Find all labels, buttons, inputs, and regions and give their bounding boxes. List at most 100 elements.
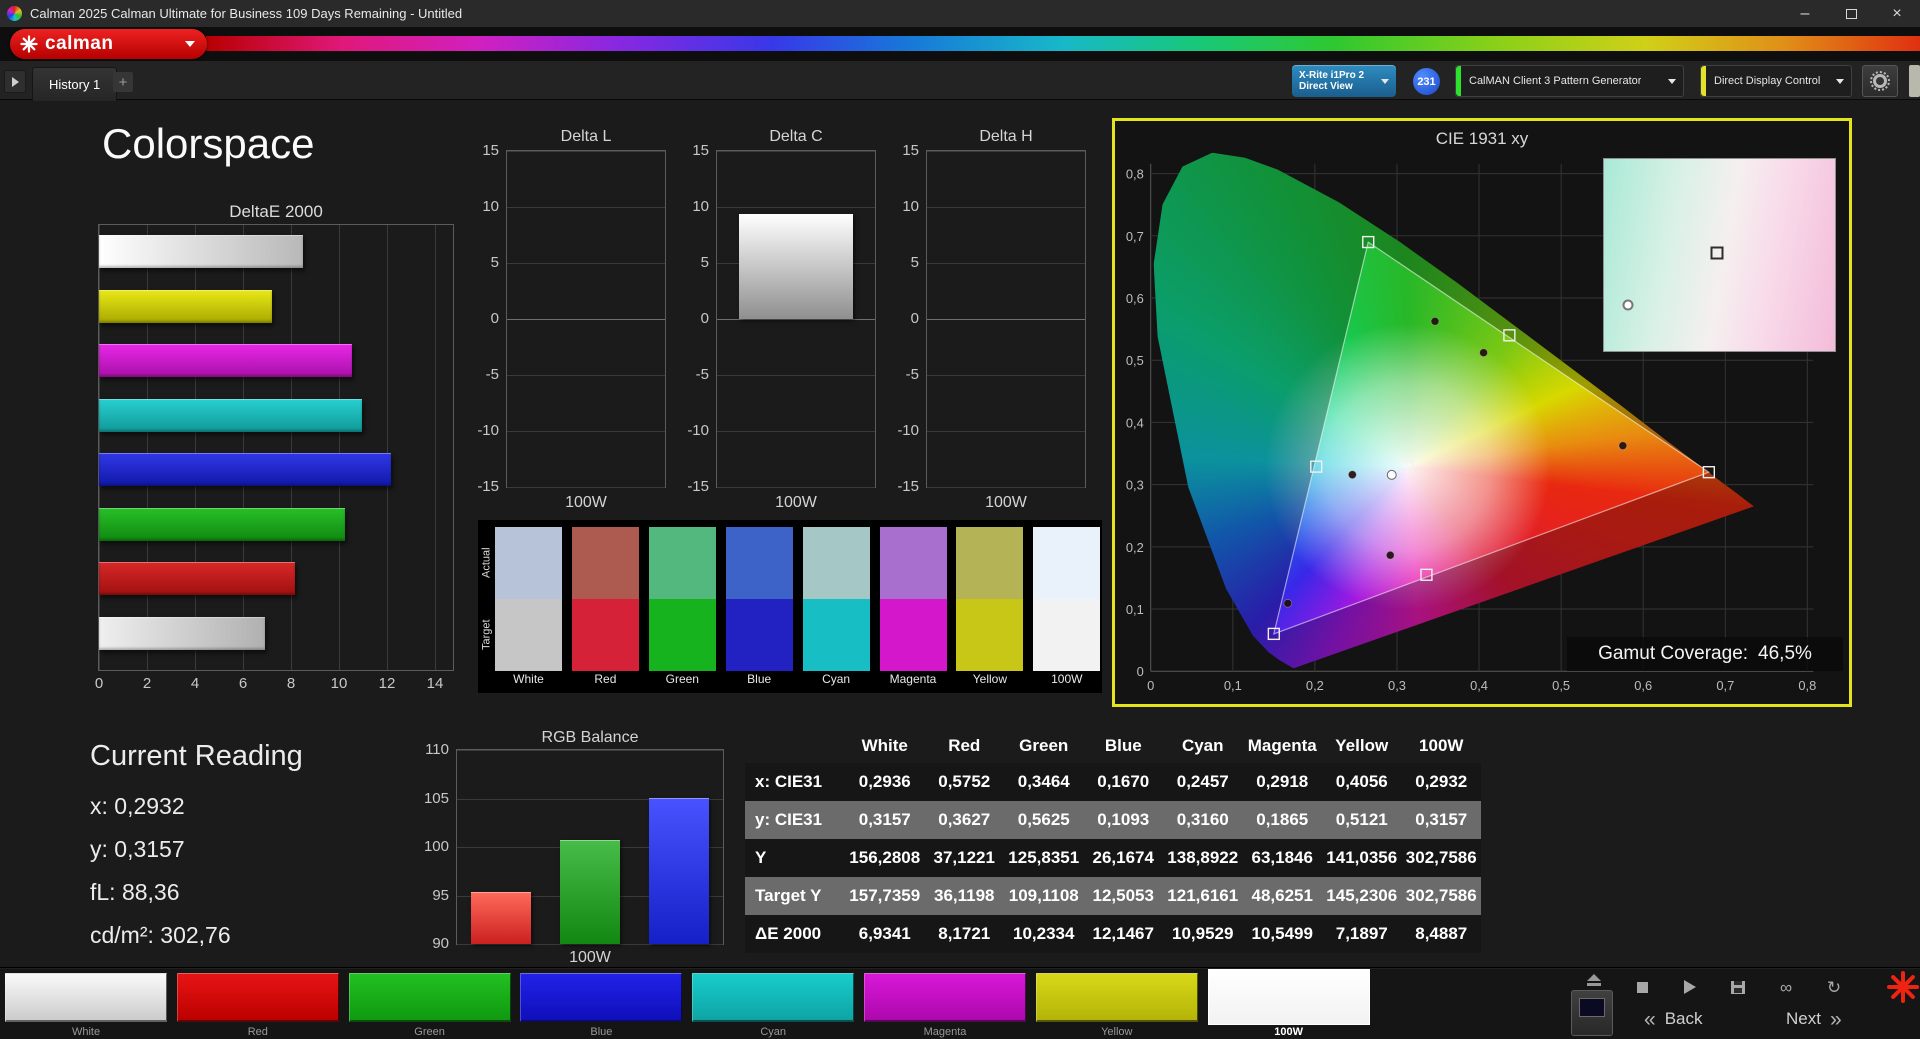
display-control-dropdown[interactable]: Direct Display Control [1700,65,1852,97]
table-cell: 0,1670 [1083,763,1163,801]
swatch-label: White [513,672,544,686]
stop-button[interactable] [1627,974,1657,1000]
patch-button-red[interactable] [176,973,339,1022]
axis-tick-label: 15 [692,142,709,159]
bar-red [471,891,532,944]
settings-button[interactable] [1862,65,1898,97]
table-cell: 36,1198 [924,877,1004,915]
bar-red [99,562,296,595]
save-button[interactable] [1723,974,1753,1000]
patch-button-100w[interactable] [1207,969,1370,1025]
transport-controls: ∞ ↻ [1627,974,1849,1000]
deltae-chart: 0 2 4 6 8 10 12 14 [95,224,454,692]
next-button[interactable]: Next » [1786,1004,1842,1034]
gridline [927,207,1085,208]
table-cell: 0,4056 [1322,763,1402,801]
table-cell: 109,1108 [1004,877,1084,915]
measured-point-marker [1479,348,1488,358]
pattern-window-button[interactable] [1571,990,1613,1036]
patch-button-blue[interactable] [520,973,683,1022]
axis-tick-label: -10 [687,422,709,439]
measured-point-marker [1283,598,1293,608]
gridline [387,225,388,670]
chevron-down-icon [185,41,195,47]
column-header: Red [948,736,981,755]
reading-cdm2: cd/m²: 302,76 [90,922,231,948]
table-cell: 12,1467 [1083,915,1163,953]
row-label: Target Y [745,877,845,915]
gamut-coverage-label: Gamut Coverage: [1598,643,1749,664]
target-swatch-cyan [802,599,870,671]
corner-header [745,729,845,763]
row-label: y: CIE31 [745,801,845,839]
pattern-generator-dropdown[interactable]: CalMAN Client 3 Pattern Generator [1455,65,1684,97]
tab-history-1[interactable]: History 1 [32,67,118,101]
meter-count-badge[interactable]: 231 [1413,68,1440,95]
patch-label: Cyan [760,1026,787,1038]
eject-icon[interactable] [1586,974,1602,986]
meter-dropdown[interactable]: X-Rite i1Pro 2 Direct View [1292,65,1396,97]
restore-button[interactable] [1828,0,1874,27]
patch-button-magenta[interactable] [864,973,1026,1022]
table-cell: 10,9529 [1163,915,1243,953]
patch-button-green[interactable] [348,973,511,1022]
target-swatch-yellow [956,599,1024,671]
measured-point-marker [1385,550,1395,560]
table-cell: 26,1674 [1083,839,1163,877]
bar-yellow [99,289,272,323]
restore-icon [1845,8,1857,19]
calman-logo-button[interactable]: calman [10,29,207,59]
table-cell: 157,7359 [845,877,925,915]
refresh-button[interactable]: ↻ [1819,974,1849,1000]
toolbar: History 1 + X-Rite i1Pro 2 Direct View 2… [0,61,1920,101]
table-cell: 0,3627 [924,801,1004,839]
edge-button[interactable] [1909,65,1920,97]
bottom-bar: ∞ ↻ « Back Next » White Red Green Blue Cyan M… [0,967,1920,1039]
axis-tick-label: -10 [897,422,919,439]
gridline [927,431,1085,432]
inset-target-white-marker [1710,246,1724,260]
patch-button-cyan[interactable] [692,973,855,1022]
table-cell: 121,6161 [1163,877,1243,915]
window-controls: – × [1782,0,1920,27]
gridline [717,151,875,152]
column-header: 100W [1419,736,1464,755]
monitor-icon [1579,998,1605,1017]
axis-tick-label: 0 [1137,664,1144,679]
patch-button-white[interactable] [5,973,167,1022]
axis-tick-label: 0 [700,310,709,327]
link-icon: ∞ [1779,977,1793,997]
gridline [339,225,340,670]
app-icon [7,6,22,21]
delta-c-chart: 15 10 5 0 -5 -10 -15 [687,142,876,495]
table-cell: 141,0356 [1322,839,1402,877]
table-cell: 156,2808 [845,839,925,877]
row-label: ΔE 2000 [745,915,845,953]
add-tab-button[interactable]: + [113,72,133,92]
measured-white-marker [1386,469,1397,480]
bar-magenta [99,344,353,377]
row-label: Y [745,839,845,877]
close-button[interactable]: × [1874,0,1920,27]
axis-tick-label: 10 [902,198,919,215]
table-row: Y 156,2808 37,1221 125,8351 26,1674 138,8922 6… [745,839,1481,877]
patch-label: Magenta [923,1026,967,1038]
gridline [717,319,875,320]
tab-scroll-button[interactable] [4,70,26,93]
minimize-button[interactable]: – [1782,0,1828,27]
chart-title-delta-h: Delta H [979,128,1033,145]
table-cell: 6,9341 [845,915,925,953]
axis-tick-label: 100 [423,838,449,855]
link-button[interactable]: ∞ [1771,974,1801,1000]
swatch-label: Red [594,672,617,686]
play-button[interactable] [1675,974,1705,1000]
axis-tick-label: 10 [692,198,709,215]
back-button[interactable]: « Back [1644,1004,1702,1034]
axis-tick-label: -10 [477,422,499,439]
chevron-down-icon [1836,78,1844,84]
patch-button-yellow[interactable] [1035,973,1198,1022]
swatch-label: Blue [747,672,772,686]
table-row: ΔE 2000 6,9341 8,1721 10,2334 12,1467 10,9529… [745,915,1481,953]
axis-tick-label: 15 [902,142,919,159]
axis-tick-label: 8 [286,675,296,692]
